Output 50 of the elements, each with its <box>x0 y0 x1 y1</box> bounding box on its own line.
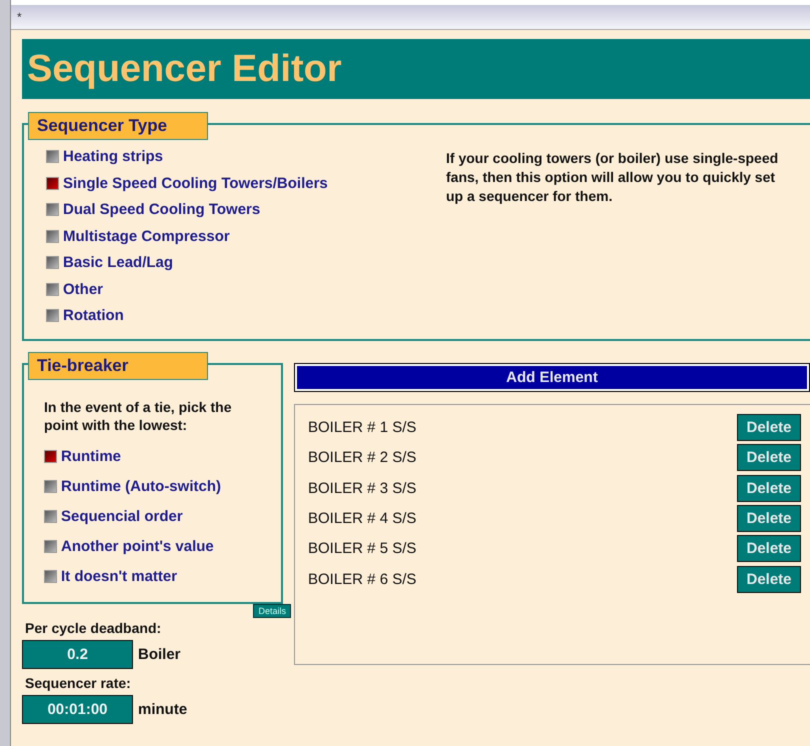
option-label[interactable]: Dual Speed Cooling Towers <box>63 201 260 218</box>
window-title: * <box>17 10 22 24</box>
radio-square[interactable] <box>44 450 57 462</box>
element-name: BOILER # 3 S/S <box>308 480 416 497</box>
page-title: Sequencer Editor <box>27 48 342 90</box>
delete-button[interactable]: Delete <box>737 414 801 442</box>
element-name: BOILER # 4 S/S <box>308 510 416 528</box>
option-label[interactable]: Basic Lead/Lag <box>63 254 174 271</box>
radio-square[interactable] <box>44 540 57 552</box>
option-label[interactable]: It doesn't matter <box>61 568 178 584</box>
element-name: BOILER # 5 S/S <box>308 540 416 558</box>
option-label[interactable]: Another point's value <box>61 538 214 554</box>
radio-square[interactable] <box>46 203 59 216</box>
radio-square[interactable] <box>46 256 59 269</box>
delete-button[interactable]: Delete <box>737 474 801 502</box>
radio-square[interactable] <box>46 282 59 296</box>
option-label[interactable]: Other <box>63 280 104 298</box>
element-name: BOILER # 1 S/S <box>308 419 416 436</box>
unit-label: Boiler <box>138 646 181 663</box>
radio-square[interactable] <box>46 230 59 242</box>
panel-legend: Sequencer Type <box>28 112 208 140</box>
option-label[interactable]: Heating strips <box>63 148 164 165</box>
description-text: If your cooling towers (or boiler) use single-speed fans, then this option will allow you to quickly set up a sequencer for them. <box>446 149 780 206</box>
element-name: BOILER # 2 S/S <box>308 449 416 466</box>
delete-button[interactable]: Delete <box>737 535 801 562</box>
add-element-button[interactable]: Add Element <box>294 363 810 392</box>
option-label[interactable]: Multistage Compressor <box>63 228 230 244</box>
panel-legend: Tie-breaker <box>28 352 208 380</box>
option-label[interactable]: Runtime (Auto-switch) <box>61 478 221 494</box>
option-label[interactable]: Rotation <box>63 307 124 324</box>
option-label[interactable]: Runtime <box>61 448 121 464</box>
prompt-text: In the event of a tie, pick the point with the lowest: <box>44 398 232 434</box>
option-label[interactable]: Sequencial order <box>61 508 183 524</box>
details-button[interactable]: Details <box>253 604 291 618</box>
radio-square[interactable] <box>46 309 59 322</box>
delete-button[interactable]: Delete <box>737 444 801 472</box>
input-field[interactable]: 0.2 <box>22 640 133 669</box>
element-name: BOILER # 6 S/S <box>308 570 416 588</box>
option-label[interactable]: Single Speed Cooling Towers/Boilers <box>63 174 328 192</box>
radio-square[interactable] <box>44 480 57 492</box>
field-label: Per cycle deadband: <box>25 620 162 636</box>
input-field[interactable]: 00:01:00 <box>22 695 133 724</box>
unit-label: minute <box>138 701 188 718</box>
delete-button[interactable]: Delete <box>737 505 801 532</box>
radio-square[interactable] <box>46 176 59 190</box>
delete-button[interactable]: Delete <box>737 566 801 593</box>
field-label: Sequencer rate: <box>25 675 132 691</box>
radio-square[interactable] <box>44 510 57 522</box>
radio-square[interactable] <box>46 150 59 163</box>
radio-square[interactable] <box>44 570 57 582</box>
